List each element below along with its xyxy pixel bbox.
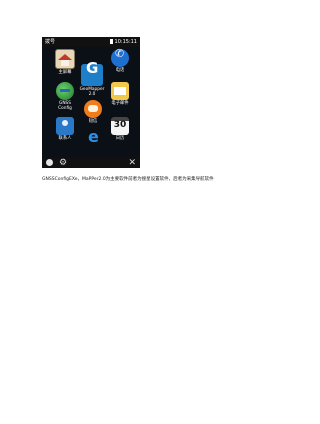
- app-phone[interactable]: 电话: [107, 49, 133, 73]
- calendar-icon: 30: [111, 117, 129, 135]
- app-calendar-label: 日历: [115, 136, 125, 141]
- app-sms[interactable]: 短信: [80, 100, 106, 124]
- gnss-config-icon: [56, 82, 74, 100]
- app-home-label: 主屏幕: [58, 70, 72, 75]
- contacts-icon: [56, 117, 74, 135]
- app-home[interactable]: 主屏幕: [52, 49, 78, 75]
- app-geomapper[interactable]: GeoMapper 2.0: [78, 64, 106, 97]
- signal-icon: [109, 39, 113, 44]
- home-icon: [55, 49, 75, 69]
- phone-screen: 拨号 10:15:11 主屏幕 电话 GeoMapper 2.0 GNSS Co…: [42, 37, 140, 168]
- gear-icon[interactable]: ⚙: [59, 158, 67, 168]
- app-gnss-config[interactable]: GNSS Config: [52, 82, 78, 111]
- message-icon: [84, 100, 102, 118]
- status-time: 10:15:11: [114, 39, 137, 45]
- calendar-day: 30: [113, 120, 127, 130]
- geomapper-icon: [81, 64, 103, 86]
- app-internet-explorer[interactable]: [80, 134, 106, 154]
- close-icon[interactable]: ✕: [128, 158, 136, 168]
- bottom-bar: ⚙ ✕: [42, 158, 140, 168]
- status-left-text: 拨号: [45, 39, 56, 45]
- app-email[interactable]: 电子邮件: [107, 82, 133, 106]
- caption-text: GNSSConfigEXe，MaPPer2.0为主要软件前者为搜星设置软件，后者…: [42, 177, 214, 182]
- phone-icon: [111, 49, 129, 67]
- app-phone-label: 电话: [115, 68, 125, 73]
- email-icon: [111, 82, 129, 100]
- app-sms-label: 短信: [88, 119, 98, 124]
- internet-explorer-icon: [84, 134, 102, 153]
- app-calendar[interactable]: 30 日历: [107, 117, 133, 141]
- status-bar: 拨号 10:15:11: [42, 37, 140, 47]
- app-geomapper-label: GeoMapper 2.0: [79, 87, 105, 97]
- status-right: 10:15:11: [109, 37, 137, 47]
- app-contacts[interactable]: 联系人: [52, 117, 78, 141]
- app-gnss-config-label: GNSS Config: [58, 101, 72, 111]
- windows-start-icon[interactable]: [46, 159, 53, 166]
- app-email-label: 电子邮件: [111, 101, 129, 106]
- app-contacts-label: 联系人: [58, 136, 72, 141]
